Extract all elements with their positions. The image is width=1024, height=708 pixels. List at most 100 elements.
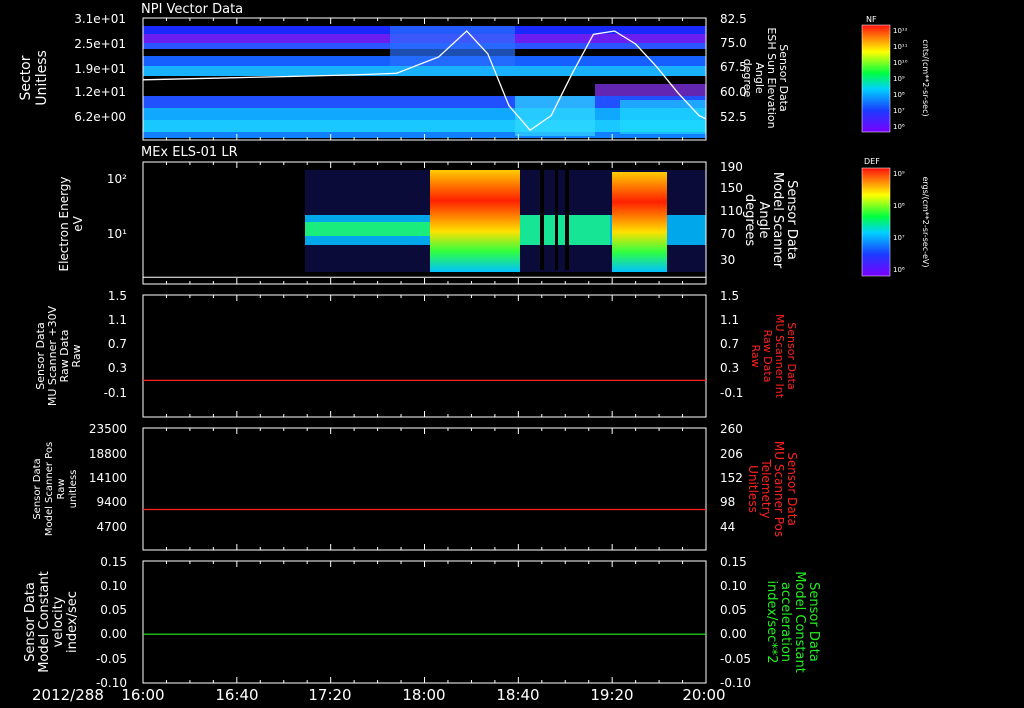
panel2-y2-tick: 150 <box>720 181 743 195</box>
panel1-ylabel: Sector Unitless <box>18 50 50 106</box>
panel5-ylabel-line: index/sec <box>65 591 80 653</box>
date-label: 2012/288 <box>32 686 104 704</box>
panel3-y2-tick: 1.1 <box>720 313 739 327</box>
panel5-y2label-line: Model Constant <box>792 571 807 673</box>
panel5-ylabel-line: velocity <box>51 596 66 647</box>
panel1-y-ticks: 3.1e+01 2.5e+01 1.9e+01 1.2e+01 6.2e+00 <box>74 12 126 124</box>
colorbar2-tick: 10⁷ <box>893 234 905 242</box>
colorbar2-label: DEF <box>864 157 880 166</box>
panel2-y2-tick: 70 <box>720 227 735 241</box>
colorbar2-units: ergs/(cm**2-sr-sec-eV) <box>921 176 930 267</box>
panel5-ylabel-line: Sensor Data <box>23 582 38 662</box>
panel2-y2label: Sensor Data Model Scanner Angle degrees <box>742 172 799 269</box>
panel4-y2label-line: Telemetry <box>759 458 773 518</box>
colorbar2-tick: 10⁹ <box>893 170 905 178</box>
panel5-ylabel-line: Model Constant <box>37 571 52 673</box>
colorbar1-label: NF <box>866 15 877 24</box>
panel4-ylabel-line: Sensor Data <box>32 458 43 519</box>
panel3-y2-tick: 1.5 <box>720 289 739 303</box>
panel-mu-scanner-30v: 1.5 1.1 0.7 0.3 -0.1 1.5 1.1 0.7 0.3 -0.… <box>34 289 798 418</box>
panel2-y2-tick: 30 <box>720 253 735 267</box>
panel4-y2label: Sensor Data MU Scanner Pos Telemetry Uni… <box>746 441 799 537</box>
panel1-y-tick: 1.2e+01 <box>74 85 126 99</box>
panel3-y2-tick: 0.3 <box>720 361 739 375</box>
panel2-heatmap <box>305 170 706 272</box>
panel4-y-tick: 4700 <box>96 520 127 534</box>
panel2-ylabel-line: Electron Energy <box>57 176 71 271</box>
panel5-y-tick: 0.15 <box>100 555 127 569</box>
panel1-title: NPI Vector Data <box>141 2 243 17</box>
panel1-y-tick: 2.5e+01 <box>74 37 126 51</box>
panel4-ylabel: Sensor Data Model Scanner Pos Raw unitle… <box>32 442 79 536</box>
panel2-y2-tick: 110 <box>720 204 743 218</box>
panel5-y2-tick: -0.05 <box>720 652 751 666</box>
multi-panel-plot: NPI Vector Data 3.1e+01 2.5e+01 1.9e+01 … <box>18 2 930 704</box>
panel4-y2-tick: 98 <box>720 495 735 509</box>
panel1-y-tick: 6.2e+00 <box>74 110 126 124</box>
panel4-y2-tick: 260 <box>720 422 743 436</box>
panel-model-constant: 0.15 0.10 0.05 0.00 -0.05 -0.10 0.15 0.1… <box>23 555 821 690</box>
time-axis: 2012/288 16:00 16:40 17:20 18:00 18:40 1… <box>32 686 726 704</box>
panel1-y2-tick: 75.0 <box>720 36 747 50</box>
panel5-y2-tick: 0.15 <box>720 555 747 569</box>
panel2-title: MEx ELS-01 LR <box>141 145 238 160</box>
panel5-y2-tick: 0.00 <box>720 627 747 641</box>
panel3-y-tick: 0.7 <box>108 337 127 351</box>
panel3-y2-tick: -0.1 <box>720 386 743 400</box>
colorbar2-tick: 10⁸ <box>893 202 905 210</box>
time-tick: 16:40 <box>215 686 258 704</box>
panel5-y2label: Sensor Data Model Constant acceleration … <box>764 571 821 673</box>
panel4-y2label-line: Unitless <box>746 465 760 513</box>
panel3-y2-tick: 0.7 <box>720 337 739 351</box>
time-tick: 18:00 <box>402 686 445 704</box>
panel3-ylabel: Sensor Data MU Scanner +30V Raw Data Raw <box>34 305 83 406</box>
panel-scanner-pos: 23500 18800 14100 9400 4700 260 206 152 … <box>32 422 799 551</box>
panel5-y-tick: -0.05 <box>96 652 127 666</box>
panel4-ylabel-line: Raw <box>56 478 67 499</box>
panel5-y2-tick: 0.05 <box>720 603 747 617</box>
panel1-ylabel-line: Unitless <box>34 50 50 106</box>
panel1-y-tick: 3.1e+01 <box>74 12 126 26</box>
panel2-y2label-line: Model Scanner <box>770 172 785 269</box>
panel3-y-tick: 0.3 <box>108 361 127 375</box>
panel5-y2label-line: index/sec**2 <box>764 580 779 663</box>
panel1-y2-tick: 82.5 <box>720 12 747 26</box>
panel1-y2label-line: degree <box>741 59 754 98</box>
time-tick: 19:20 <box>590 686 633 704</box>
panel-npi-vector: NPI Vector Data 3.1e+01 2.5e+01 1.9e+01 … <box>18 2 930 141</box>
time-tick: 16:00 <box>121 686 164 704</box>
panel4-y2-tick: 206 <box>720 447 743 461</box>
panel5-y2label-line: acceleration <box>778 582 793 662</box>
panel1-colorbar: NF 10¹² 10¹¹ 10¹⁰ 10⁹ 10⁸ 10⁷ 10⁶ cnts/(… <box>861 15 930 133</box>
panel2-y-tick: 10² <box>107 172 127 186</box>
panel2-y2label-line: Angle <box>756 202 771 239</box>
panel3-y-tick: -0.1 <box>104 386 127 400</box>
panel5-y2-tick: 0.10 <box>720 579 747 593</box>
colorbar1-tick: 10⁸ <box>893 91 905 99</box>
colorbar1-units: cnts/(cm**2-sr-sec) <box>921 39 930 116</box>
panel3-y-tick: 1.5 <box>108 289 127 303</box>
panel2-y-tick: 10¹ <box>107 227 127 241</box>
colorbar1-tick: 10¹¹ <box>893 43 908 51</box>
panel1-y2-tick: 52.5 <box>720 110 747 124</box>
panel4-ylabel-line: Model Scanner Pos <box>44 442 55 536</box>
panel2-colorbar: DEF 10⁹ 10⁸ 10⁷ 10⁶ ergs/(cm**2-sr-sec-e… <box>861 157 930 277</box>
panel3-frame <box>142 294 707 418</box>
time-tick: 20:00 <box>682 686 725 704</box>
panel5-y2label-line: Sensor Data <box>806 582 821 662</box>
panel1-y2label: Sensor Data ESH Sun Elevation Angle degr… <box>741 27 790 128</box>
panel2-y2label-line: degrees <box>742 194 757 247</box>
panel4-y2label-line: MU Scanner Pos <box>772 441 786 537</box>
panel2-y2-ticks: 190 150 110 70 30 <box>720 160 743 267</box>
colorbar2-tick: 10⁶ <box>893 266 905 274</box>
panel3-ylabel-line: Raw <box>70 344 83 367</box>
panel-mex-els: MEx ELS-01 LR 10² 10¹ 190 150 110 70 30 … <box>57 145 930 285</box>
panel5-ylabel: Sensor Data Model Constant velocity inde… <box>23 571 80 673</box>
colorbar1-tick: 10¹² <box>893 27 908 35</box>
panel4-y-tick: 14100 <box>89 471 127 485</box>
panel4-y2label-line: Sensor Data <box>785 452 799 526</box>
panel4-y-tick: 23500 <box>89 422 127 436</box>
panel4-y2-tick: 44 <box>720 520 735 534</box>
panel1-y-tick: 1.9e+01 <box>74 62 126 76</box>
panel5-y-tick: 0.10 <box>100 579 127 593</box>
